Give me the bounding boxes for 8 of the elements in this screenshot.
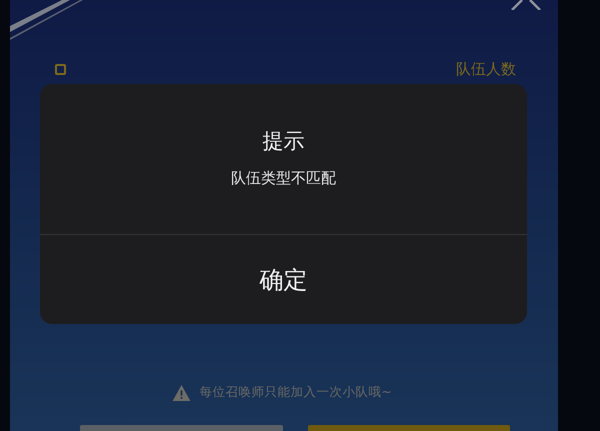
dialog-title: 提示 — [262, 128, 304, 155]
warning-icon — [172, 384, 192, 400]
dialog-message: 队伍类型不匹配 — [231, 169, 336, 188]
team-size-label: 队伍人数 — [456, 60, 516, 79]
ok-button[interactable]: 确定 — [40, 235, 527, 324]
close-icon[interactable] — [510, 0, 542, 10]
notice-text: 每位召唤师只能加入一次小队哦~ — [199, 384, 392, 401]
square-icon — [55, 64, 66, 75]
